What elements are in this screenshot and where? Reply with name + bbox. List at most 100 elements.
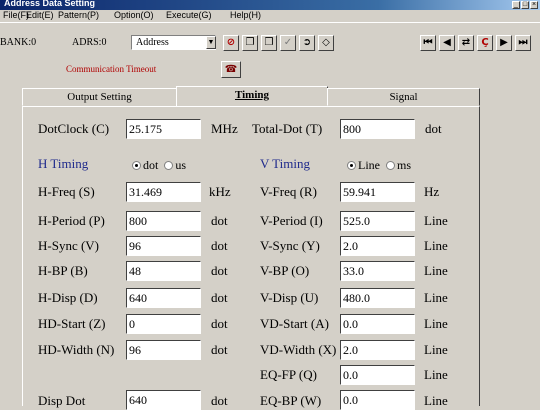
tab-timing[interactable]: Timing <box>176 86 328 107</box>
radio-us[interactable] <box>164 160 174 170</box>
vd-width-unit: Line <box>424 342 448 357</box>
disp-dot-label: Disp Dot <box>38 393 86 408</box>
h-bp-label: H-BP (B) <box>38 263 88 278</box>
phone-icon[interactable]: ☎ <box>221 61 241 78</box>
v-disp-unit: Line <box>424 290 448 305</box>
send-icon[interactable]: ➲ <box>299 35 315 51</box>
h-period-unit: dot <box>211 213 228 228</box>
disp-dot-unit: dot <box>211 393 228 408</box>
v-unit-radio-group: Line ms <box>347 158 411 173</box>
h-disp-unit: dot <box>211 290 228 305</box>
h-sync-label: H-Sync (V) <box>38 238 100 253</box>
hd-start-label: HD-Start (Z) <box>38 316 106 331</box>
menu-edit[interactable]: Edit(E) <box>26 10 54 20</box>
v-disp-label: V-Disp (U) <box>260 290 319 305</box>
eq-bp-unit: Line <box>424 393 448 408</box>
h-period-input[interactable]: 800 <box>126 211 201 231</box>
vd-width-label: VD-Width (X) <box>260 342 337 357</box>
copy-icon[interactable]: ❐ <box>242 35 258 51</box>
bank-label: BANK:0 <box>0 37 37 48</box>
h-bp-unit: dot <box>211 263 228 278</box>
dotclock-input[interactable]: 25.175 <box>126 119 201 139</box>
eq-fp-label: EQ-FP (Q) <box>260 367 317 382</box>
h-sync-unit: dot <box>211 238 228 253</box>
tab-signal[interactable]: Signal <box>327 88 480 106</box>
address-combo[interactable]: Address <box>131 35 216 50</box>
radio-ms[interactable] <box>386 160 395 170</box>
h-bp-input[interactable]: 48 <box>126 261 201 281</box>
vd-start-label: VD-Start (A) <box>260 316 329 331</box>
v-freq-input[interactable]: 59.941 <box>340 182 415 202</box>
diamond-icon[interactable]: ◇ <box>318 35 334 51</box>
hd-width-unit: dot <box>211 342 228 357</box>
tab-output-setting[interactable]: Output Setting <box>22 88 177 106</box>
v-sync-label: V-Sync (Y) <box>260 238 320 253</box>
adrs-label: ADRS:0 <box>72 37 107 48</box>
radio-ms-label: ms <box>397 158 412 172</box>
v-bp-input[interactable]: 33.0 <box>340 261 415 281</box>
h-unit-radio-group: dot us <box>132 158 186 173</box>
v-freq-label: V-Freq (R) <box>260 184 317 199</box>
previous-icon[interactable]: ◀ <box>439 35 455 51</box>
menu-pattern[interactable]: Pattern(P) <box>58 10 99 20</box>
hd-width-input[interactable]: 96 <box>126 340 201 360</box>
h-disp-input[interactable]: 640 <box>126 288 201 308</box>
h-freq-input[interactable]: 31.469 <box>126 182 201 202</box>
v-sync-input[interactable]: 2.0 <box>340 236 415 256</box>
dotclock-unit: MHz <box>211 121 238 136</box>
h-freq-label: H-Freq (S) <box>38 184 95 199</box>
dotclock-label: DotClock (C) <box>38 121 110 136</box>
radio-us-label: us <box>175 158 187 172</box>
maximize-button[interactable]: □ <box>521 1 529 9</box>
menu-execute[interactable]: Execute(G) <box>166 10 212 20</box>
v-sync-unit: Line <box>424 238 448 253</box>
h-period-label: H-Period (P) <box>38 213 105 228</box>
eq-bp-input[interactable]: 0.0 <box>340 390 415 410</box>
menu-help[interactable]: Help(H) <box>230 10 261 20</box>
close-button[interactable]: × <box>530 1 538 9</box>
title-bar: Address Data Setting _ □ × <box>0 0 540 10</box>
radio-line-label: Line <box>358 158 380 172</box>
h-sync-input[interactable]: 96 <box>126 236 201 256</box>
totaldot-label: Total-Dot (T) <box>252 121 323 136</box>
v-period-input[interactable]: 525.0 <box>340 211 415 231</box>
radio-dot-label: dot <box>143 158 159 172</box>
v-period-label: V-Period (I) <box>260 213 323 228</box>
h-disp-label: H-Disp (D) <box>38 290 98 305</box>
eq-fp-input[interactable]: 0.0 <box>340 365 415 385</box>
vd-start-unit: Line <box>424 316 448 331</box>
load-icon[interactable]: ⇄ <box>458 35 474 51</box>
stop-icon[interactable]: ⊘ <box>223 35 239 51</box>
chevron-down-icon[interactable]: ▼ <box>206 36 216 49</box>
menu-option[interactable]: Option(O) <box>114 10 154 20</box>
check-icon[interactable]: ✓ <box>280 35 296 51</box>
v-bp-unit: Line <box>424 263 448 278</box>
hd-start-unit: dot <box>211 316 228 331</box>
eq-bp-label: EQ-BP (W) <box>260 393 322 408</box>
timing-panel <box>22 106 480 406</box>
v-disp-input[interactable]: 480.0 <box>340 288 415 308</box>
h-freq-unit: kHz <box>209 184 231 199</box>
v-freq-unit: Hz <box>424 184 440 199</box>
v-period-unit: Line <box>424 213 448 228</box>
cycle-icon[interactable]: Ç <box>477 35 493 51</box>
first-icon[interactable]: ⏮ <box>420 35 436 51</box>
vd-width-input[interactable]: 2.0 <box>340 340 415 360</box>
v-timing-heading: V Timing <box>260 156 310 171</box>
hd-width-label: HD-Width (N) <box>38 342 115 357</box>
radio-dot[interactable] <box>132 160 141 170</box>
last-icon[interactable]: ⏭ <box>515 35 531 51</box>
vd-start-input[interactable]: 0.0 <box>340 314 415 334</box>
communication-timeout-text: Communication Timeout <box>66 64 157 74</box>
totaldot-input[interactable]: 800 <box>340 119 415 139</box>
disp-dot-input[interactable]: 640 <box>126 390 201 410</box>
minimize-button[interactable]: _ <box>512 1 520 9</box>
totaldot-unit: dot <box>425 121 442 136</box>
paste-icon[interactable]: ❒ <box>261 35 277 51</box>
v-bp-label: V-BP (O) <box>260 263 310 278</box>
radio-line[interactable] <box>347 160 356 170</box>
eq-fp-unit: Line <box>424 367 448 382</box>
next-icon[interactable]: ▶ <box>496 35 512 51</box>
h-timing-heading: H Timing <box>38 156 89 171</box>
hd-start-input[interactable]: 0 <box>126 314 201 334</box>
